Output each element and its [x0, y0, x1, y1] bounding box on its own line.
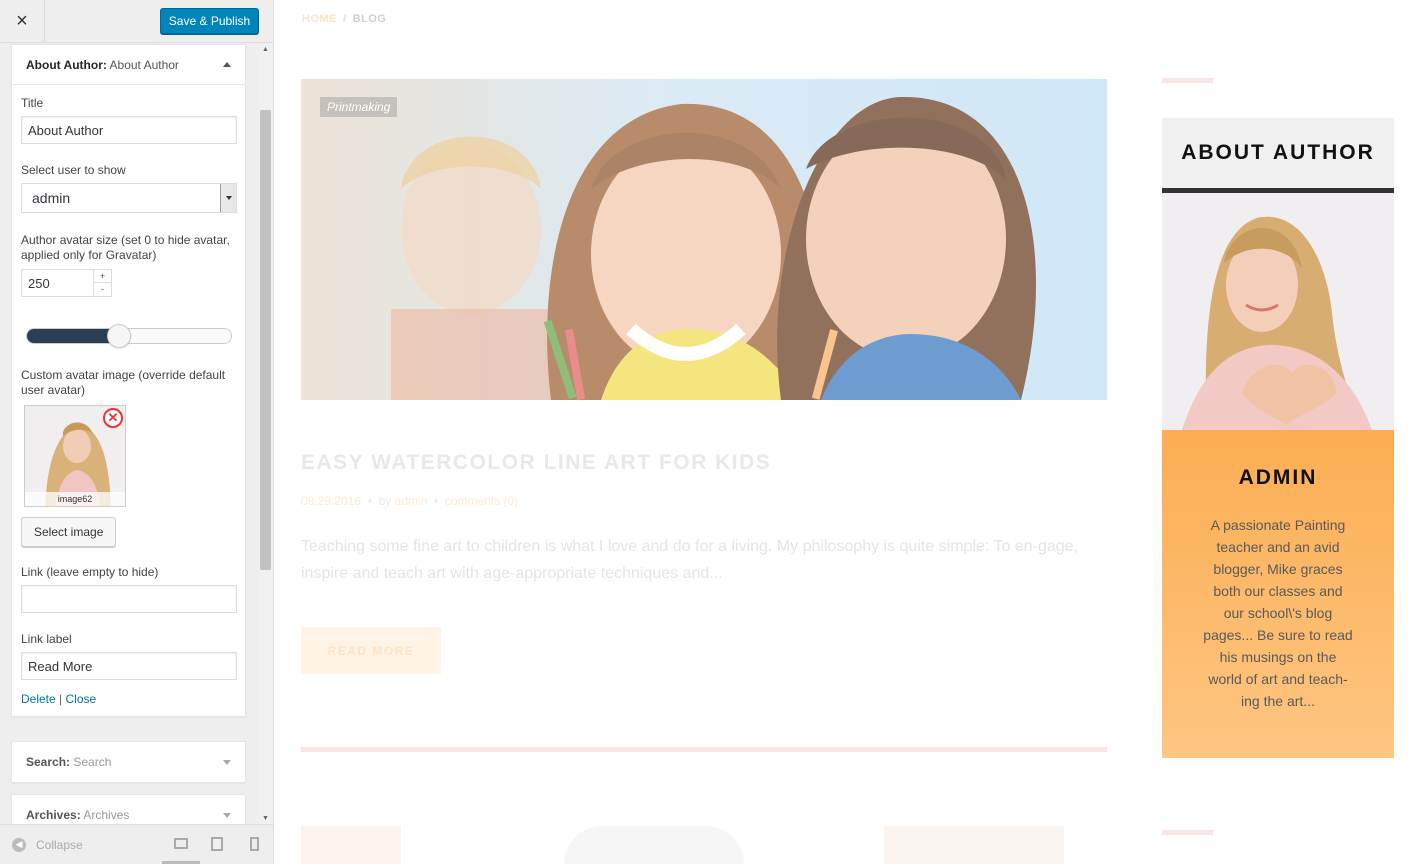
close-icon: ×: [16, 10, 28, 32]
post-date: 08.29.2016: [301, 494, 362, 508]
read-more-button[interactable]: READ MORE: [301, 627, 441, 674]
search-widget-subtitle: Search: [73, 755, 112, 769]
author-bio: A passionate Painting teacher and an avi…: [1203, 517, 1353, 709]
next-post-image: [301, 826, 401, 864]
slider-handle[interactable]: [106, 324, 131, 348]
breadcrumb-separator: /: [343, 13, 347, 25]
title-input[interactable]: About Author: [21, 116, 237, 144]
avatar-size-label: Author avatar size (set 0 to hide avatar…: [21, 233, 230, 262]
widget-accent-bar: [1162, 78, 1213, 83]
tablet-preview-icon[interactable]: [211, 837, 223, 851]
post-by: by: [378, 494, 392, 508]
custom-avatar-label: Custom avatar image (override default us…: [21, 368, 226, 397]
select-image-button[interactable]: Select image: [21, 517, 117, 547]
archives-widget[interactable]: Archives: Archives: [11, 794, 246, 824]
increment-icon[interactable]: +: [94, 270, 111, 283]
expand-widget-icon[interactable]: [223, 759, 231, 765]
avatar-thumbnail: ✕ image62: [24, 405, 126, 507]
expand-widget-icon[interactable]: [223, 812, 231, 818]
post-featured-image[interactable]: Printmaking: [301, 79, 1107, 400]
panel-scrollbar[interactable]: ▲ ▼: [258, 44, 273, 824]
remove-image-icon[interactable]: ✕: [103, 408, 123, 428]
breadcrumb-home[interactable]: HOME: [302, 13, 337, 25]
scrollbar-thumb[interactable]: [260, 110, 271, 570]
title-label: Title: [21, 96, 44, 110]
archives-widget-subtitle: Archives: [83, 808, 130, 822]
author-info: ADMIN A passionate Painting teacher and …: [1162, 430, 1394, 758]
avatar-size-stepper[interactable]: 250 + -: [21, 269, 112, 297]
customizer-footer: ◀ Collapse: [0, 824, 273, 864]
next-post-image: [564, 826, 744, 864]
about-author-widget: About Author: About Author Title About A…: [11, 44, 246, 717]
collapse-icon[interactable]: ◀: [12, 837, 26, 852]
archives-widget-title: Archives:: [26, 808, 81, 822]
widget-header[interactable]: About Author: About Author: [12, 45, 245, 85]
link-input[interactable]: [21, 585, 237, 613]
desktop-preview-icon[interactable]: [174, 838, 188, 849]
about-author-widget-preview: ABOUT AUTHOR ADMIN A passionate Painting…: [1162, 118, 1394, 758]
select-user-value: admin: [32, 190, 71, 206]
post-excerpt: Teaching some fine art to children is wh…: [301, 538, 1079, 582]
widget-actions: Delete | Close: [21, 692, 236, 706]
close-customizer-button[interactable]: ×: [0, 0, 45, 43]
widget-title: About Author:: [26, 57, 107, 72]
close-link[interactable]: Close: [66, 692, 97, 706]
action-separator: |: [59, 692, 63, 706]
collapse-label[interactable]: Collapse: [36, 838, 83, 852]
scroll-up-icon[interactable]: ▲: [262, 46, 269, 53]
post-comments[interactable]: comments (0): [445, 494, 518, 508]
post-meta: 08.29.2016 • by admin • comments (0): [301, 494, 519, 508]
link-label: Link (leave empty to hide): [21, 565, 159, 579]
select-user-label: Select user to show: [21, 163, 126, 177]
breadcrumb-current: BLOG: [352, 13, 387, 25]
post-title[interactable]: EASY WATERCOLOR LINE ART FOR KIDS: [301, 451, 771, 475]
category-tag[interactable]: Printmaking: [320, 97, 398, 117]
customizer-sidebar: × Save & Publish About Author: About Aut…: [0, 0, 274, 864]
collapse-widget-icon[interactable]: [223, 62, 231, 67]
author-name: ADMIN: [1238, 466, 1318, 489]
author-widget-heading: ABOUT AUTHOR: [1162, 118, 1394, 193]
image-name: image62: [25, 492, 125, 506]
search-widget[interactable]: Search: Search: [11, 741, 246, 783]
avatar-size-value: 250: [28, 275, 50, 291]
post-divider: [301, 747, 1107, 752]
author-avatar: [1162, 193, 1394, 430]
post-author[interactable]: admin: [395, 494, 428, 508]
select-user-dropdown[interactable]: admin: [21, 183, 237, 213]
slider-fill: [27, 329, 119, 343]
link-label-label: Link label: [21, 632, 72, 646]
next-post-image: [884, 826, 1064, 864]
link-label-input[interactable]: Read More: [21, 652, 237, 680]
scroll-down-icon[interactable]: ▼: [262, 815, 269, 822]
save-publish-button[interactable]: Save & Publish: [160, 8, 259, 34]
image-overlay: [301, 79, 1107, 400]
widget-subtitle: About Author: [109, 57, 179, 72]
customizer-panel: About Author: About Author Title About A…: [0, 44, 258, 824]
widget-accent-bar: [1162, 830, 1213, 835]
delete-link[interactable]: Delete: [21, 692, 56, 706]
site-preview: HOME / BLOG Printmaking EASY WATERCOLOR …: [274, 0, 1419, 864]
author-photo: [1162, 193, 1394, 430]
breadcrumb: HOME / BLOG: [302, 13, 386, 25]
decrement-icon[interactable]: -: [94, 283, 111, 296]
mobile-preview-icon[interactable]: [250, 837, 259, 851]
avatar-size-slider[interactable]: [26, 324, 232, 348]
search-widget-title: Search:: [26, 755, 71, 769]
chevron-down-icon[interactable]: [220, 184, 236, 212]
customizer-header: × Save & Publish: [0, 0, 273, 43]
